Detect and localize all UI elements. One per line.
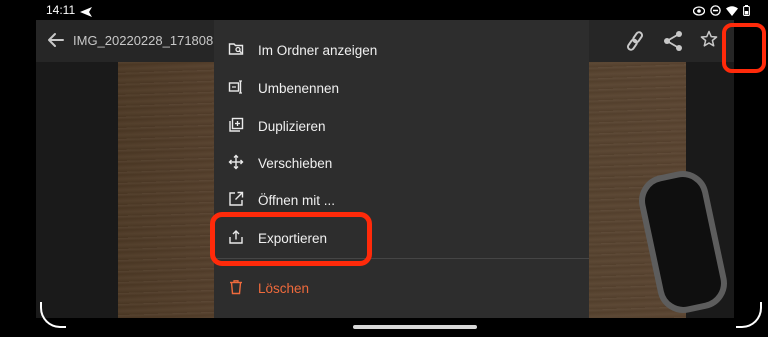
folder-search-icon <box>228 41 244 57</box>
menu-item-label: Duplizieren <box>258 118 326 134</box>
menu-item-rename[interactable]: Umbenennen <box>214 71 589 105</box>
screen-corner-left <box>40 302 66 328</box>
photo-content-phone <box>634 166 732 318</box>
menu-item-label: Umbenennen <box>258 80 340 96</box>
gesture-home-bar[interactable] <box>353 325 477 329</box>
menu-item-label: Öffnen mit ... <box>258 192 336 208</box>
menu-item-label: Löschen <box>258 280 310 296</box>
menu-item-duplicate[interactable]: Duplizieren <box>214 109 589 143</box>
menu-item-label: Verschieben <box>258 155 333 171</box>
status-time: 14:11 <box>46 3 76 17</box>
eye-icon <box>692 3 706 21</box>
screen-corner-right <box>736 302 762 328</box>
file-name-title: IMG_20220228_171808 <box>73 33 213 48</box>
battery-icon <box>743 3 750 21</box>
trash-icon <box>228 279 244 295</box>
wifi-icon <box>726 3 738 21</box>
star-icon[interactable] <box>700 30 718 53</box>
highlight-more-options <box>722 23 766 73</box>
status-icons <box>692 3 750 21</box>
open-external-icon <box>228 191 244 207</box>
do-not-disturb-icon <box>710 3 721 21</box>
menu-item-label: Im Ordner anzeigen <box>258 42 378 58</box>
back-arrow-icon[interactable] <box>46 30 66 55</box>
rename-icon <box>228 79 244 95</box>
highlight-export <box>210 212 372 266</box>
status-bar: 14:11 <box>0 0 768 20</box>
share-icon[interactable] <box>662 30 684 57</box>
duplicate-icon <box>228 117 244 133</box>
menu-item-show-in-folder[interactable]: Im Ordner anzeigen <box>214 33 589 67</box>
overflow-menu: Im Ordner anzeigen Umbenennen Dupliziere… <box>214 20 589 318</box>
move-icon <box>228 154 244 170</box>
menu-item-delete[interactable]: Löschen <box>214 271 589 305</box>
link-icon[interactable] <box>624 30 646 57</box>
menu-item-move[interactable]: Verschieben <box>214 146 589 180</box>
